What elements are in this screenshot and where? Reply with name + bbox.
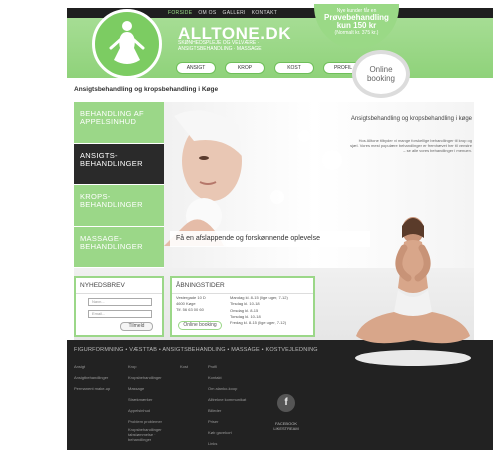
booking-line1: Online [369,65,393,74]
footer-link[interactable]: Permanent make-up [74,383,110,394]
nav-kontakt[interactable]: KONTAKT [252,10,277,16]
footer-link[interactable]: Krop [128,361,176,372]
footer-col-kost: Kost [180,361,188,372]
nav-galleri[interactable]: GALLERI [223,10,246,16]
side-item-massage[interactable]: MASSAGE-BEHANDLINGER [74,226,164,268]
hero-body: Hos Alltone tilbyder vi mange forskellig… [350,138,472,153]
footer-link[interactable]: Links [208,438,246,449]
yoga-figure-icon [109,21,145,64]
brand-tagline: SKØNHEDSPLEJE OG VELVÆRE · ANSIGTSBEHAND… [178,40,262,52]
online-booking-button[interactable]: Online booking [178,321,222,330]
side-item-appelsinhud[interactable]: BEHANDLING AF APPELSINHUD [74,102,164,144]
category-buttons: ANSIGT KROP KOST PROFIL [176,62,363,74]
side-menu: BEHANDLING AF APPELSINHUD ANSIGTS-BEHAND… [74,102,164,268]
facebook-label-line2: LIKESTREAM [273,426,299,431]
logo[interactable] [92,9,162,79]
newsletter-email-input[interactable]: Email... [88,310,152,318]
footer-col-krop: Krop Kropsbehandlinger Massage Strækmærk… [128,361,176,442]
top-nav: FORSIDE OM OS GALLERI KONTAKT [168,8,298,18]
newsletter-title: NYHEDSBREV [76,278,162,294]
footer-link[interactable]: Billeder [208,405,246,416]
footer-link[interactable]: Appelsinhud [128,405,176,416]
booking-line2: booking [366,74,396,83]
footer-col-profil: Profil Kontakt Om alanko-koop Alltrekne … [208,361,246,449]
side-item-ansigt[interactable]: ANSIGTS-BEHANDLINGER [74,143,164,185]
promo-line4: (Normalt kr. 375 kr.) [334,30,379,36]
footer-link[interactable]: Profil [208,361,246,372]
bubble-decoration [298,130,310,142]
footer-link[interactable]: Kropsbehandlinger tabstømmelse · behandl… [128,427,176,442]
footer-link[interactable]: Om alanko-koop [208,383,246,394]
footer-link[interactable]: Køb gavekort [208,427,246,438]
meditating-woman-image [355,217,471,366]
hours-row: Fredag kl. 8-15 (lige uger, 7-12) [230,320,287,326]
footer-link[interactable]: Alltrekne kommunikat [208,394,246,405]
newsletter-name-input[interactable]: Navn... [88,298,152,306]
footer-nav[interactable]: FIGURFORMNING • VÆSTTAB • ANSIGTSBEHANDL… [74,347,318,353]
footer-col-ansigt: Ansigt Ansigtbehandlinger Permanent make… [74,361,110,394]
bubble-decoration [322,150,342,170]
address-phone: Tlf. 56 63 00 60 [176,307,204,312]
footer-link[interactable]: Priser [208,416,246,427]
promo-line3: kun 150 kr [336,21,377,30]
nav-om-os[interactable]: OM OS [198,10,216,16]
nav-forside[interactable]: FORSIDE [168,10,192,16]
footer-link[interactable]: Kropsbehandlinger [128,372,176,383]
button-kost[interactable]: KOST [274,62,314,74]
footer-link[interactable]: Kost [180,361,188,372]
footer-link[interactable]: Kontakt [208,372,246,383]
online-booking-badge[interactable]: Online booking [352,50,410,98]
hero-title: Ansigtsbehandling og kropsbehandling i k… [350,116,472,122]
button-krop[interactable]: KROP [225,62,265,74]
side-item-krop[interactable]: KROPS-BEHANDLINGER [74,185,164,227]
hours-title: ÅBNINGSTIDER [172,278,313,294]
woman-face-image [164,110,242,246]
button-ansigt[interactable]: ANSIGT [176,62,216,74]
hero-quote: Få en afslappende og forskønnende opleve… [170,231,370,247]
footer-link[interactable]: Massage [128,383,176,394]
facebook-label[interactable]: FACEBOOK LIKESTREAM [270,421,302,431]
page-title: Ansigtsbehandling og kropsbehandling i K… [74,86,219,93]
footer-link[interactable]: Ansigt [74,361,110,372]
address: Vestergade 10 D 4600 Køge Tlf. 56 63 00 … [176,295,206,313]
footer-link[interactable]: Strækmærker [128,394,176,405]
subscribe-button[interactable]: Tilmeld [120,322,153,331]
bubble-decoration [270,190,284,204]
hours-list: Mandag kl. 8-15 (lige uger, 7-12) Tirsda… [230,295,288,326]
facebook-icon[interactable]: f [277,394,295,412]
footer-link[interactable]: Ansigtbehandlinger [74,372,110,383]
footer-link[interactable]: Problem problemer [128,416,176,427]
